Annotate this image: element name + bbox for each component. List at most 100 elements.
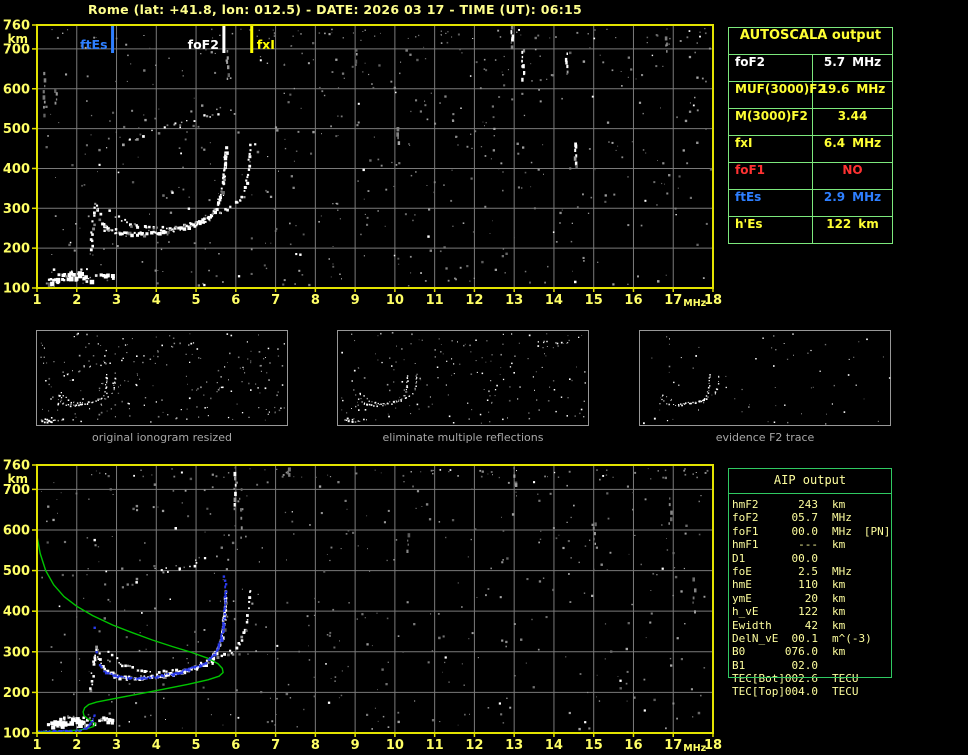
thumbnail-1-canvas bbox=[36, 330, 288, 426]
autoscala-output-panel: AUTOSCALA output foF2 5.7 MHz MUF(3000)F2 19… bbox=[728, 27, 893, 244]
x-axis-tick-label: 3 bbox=[112, 738, 121, 753]
x-axis-tick-label: 1 bbox=[32, 738, 41, 753]
x-axis-tick-label: 9 bbox=[351, 738, 360, 753]
x-axis-tick-label: 5 bbox=[192, 738, 201, 753]
parameter-value: 3.44 bbox=[837, 109, 868, 123]
aip-row-delnve: DelN_vE 00.1 m^(-3) bbox=[732, 631, 872, 645]
x-axis-tick-label: 16 bbox=[624, 293, 642, 308]
y-axis-tick-label: 500 bbox=[3, 122, 30, 137]
x-axis-tick-label: 12 bbox=[465, 293, 483, 308]
y-axis-tick-label: 400 bbox=[3, 605, 30, 620]
aip-row-b1: B1 02.0 bbox=[732, 658, 818, 672]
y-axis-tick-label: 300 bbox=[3, 645, 30, 660]
x-axis-tick-label: 8 bbox=[311, 738, 320, 753]
parameter-label: ftEs bbox=[729, 190, 813, 216]
x-axis-tick-label: 14 bbox=[545, 738, 563, 753]
aip-row-tectop: TEC[Top] 004.0 TECU bbox=[732, 685, 859, 699]
x-axis-tick-label: 15 bbox=[585, 738, 603, 753]
x-axis-tick-label: 18 bbox=[704, 738, 722, 753]
x-axis-tick-label: 10 bbox=[386, 738, 404, 753]
autoscala-row-fof1: foF1 NO bbox=[729, 163, 892, 190]
marker-fxi-label: fxI bbox=[257, 37, 275, 52]
x-axis-tick-label: 18 bbox=[704, 293, 722, 308]
thumbnail-caption-1: original ionogram resized bbox=[92, 431, 232, 444]
x-axis-tick-label: 2 bbox=[72, 738, 81, 753]
aip-output-panel: AIP output hmF2 243 km foF2 05.7 MHz foF1 00.0 M… bbox=[728, 468, 892, 699]
x-axis-tick-label: 11 bbox=[426, 738, 444, 753]
x-axis-tick-label: 2 bbox=[72, 293, 81, 308]
x-axis-tick-label: 1 bbox=[32, 293, 41, 308]
aip-row-tecbot: TEC[Bot] 002.6 TECU bbox=[732, 672, 859, 686]
parameter-value: 122 km bbox=[826, 217, 879, 231]
x-axis-tick-label: 8 bbox=[311, 293, 320, 308]
thumbnail-3-canvas bbox=[639, 330, 891, 426]
x-axis-tick-label: 6 bbox=[231, 738, 240, 753]
marker-fof2-line bbox=[222, 26, 226, 53]
parameter-label: foF2 bbox=[729, 55, 813, 81]
x-axis-tick-label: 5 bbox=[192, 293, 201, 308]
aip-row-hve: h_vE 122 km bbox=[732, 605, 846, 619]
y-axis-tick-label: 200 bbox=[3, 242, 30, 257]
y-axis-tick-label: 100 bbox=[3, 727, 30, 742]
thumbnail-caption-3: evidence F2 trace bbox=[715, 431, 815, 444]
x-axis-tick-label: 15 bbox=[585, 293, 603, 308]
autoscala-window: 760 700 600 500 400 300 200 100 km 1 2 3 4 5 6 7 8 9 10 11 1… bbox=[0, 0, 968, 755]
marker-ftes-label: ftEs bbox=[80, 37, 107, 52]
y-axis-tick-label: 600 bbox=[3, 82, 30, 97]
x-axis-unit-label: MHz bbox=[683, 298, 706, 309]
aip-row-foe: foE 2.5 MHz bbox=[732, 564, 852, 578]
bottom-ionogram-plot: 760700600500400300200100km1 2 3 4 5 6 7 8 9 10 11 1… bbox=[3, 459, 722, 755]
x-axis-tick-label: 6 bbox=[231, 293, 240, 308]
aip-row-ewidth: Ewidth 42 km bbox=[732, 618, 846, 632]
parameter-value: 6.4 MHz bbox=[823, 136, 882, 150]
x-axis-tick-label: 16 bbox=[624, 738, 642, 753]
aip-row-b0: B0 076.0 km bbox=[732, 645, 846, 659]
x-axis-tick-label: 13 bbox=[505, 293, 523, 308]
parameter-label: h'Es bbox=[729, 217, 813, 243]
top-ionogram-plot: 760700600500400300200100km1 2 3 4 5 6 7 8 9 10 11 1… bbox=[3, 19, 722, 310]
parameter-value: 19.6 MHz bbox=[819, 82, 886, 96]
y-axis-tick-label: 300 bbox=[3, 202, 30, 217]
thumbnail-caption-2: eliminate multiple reflections bbox=[382, 431, 544, 444]
autoscala-row-muf3000f2: MUF(3000)F2 19.6 MHz bbox=[729, 82, 892, 109]
aip-row-hmf2: hmF2 243 km bbox=[732, 498, 846, 511]
autoscala-row-ftes: ftEs 2.9 MHz bbox=[729, 190, 892, 217]
y-axis-tick-label: 600 bbox=[3, 523, 30, 538]
x-axis-tick-label: 4 bbox=[152, 293, 161, 308]
autoscala-panel-header: AUTOSCALA output bbox=[729, 28, 892, 55]
x-axis-tick-label: 3 bbox=[112, 293, 121, 308]
y-axis-tick-label: 400 bbox=[3, 162, 30, 177]
aip-row-hme: hmE 110 km bbox=[732, 578, 846, 592]
parameter-value: 2.9 MHz bbox=[823, 190, 882, 204]
parameter-label: MUF(3000)F2 bbox=[729, 82, 826, 108]
x-axis-tick-label: 17 bbox=[664, 738, 682, 753]
autoscala-row-fxi: fxI 6.4 MHz bbox=[729, 136, 892, 163]
aip-row-yme: ymE 20 km bbox=[732, 591, 846, 605]
aip-row-fof2: foF2 05.7 MHz bbox=[732, 511, 852, 525]
x-axis-tick-label: 4 bbox=[152, 738, 161, 753]
x-axis-tick-label: 11 bbox=[426, 293, 444, 308]
y-axis-unit-label: km bbox=[8, 32, 28, 46]
autoscala-row-m3000f2: M(3000)F2 3.44 bbox=[729, 109, 892, 136]
x-axis-tick-label: 9 bbox=[351, 293, 360, 308]
x-axis-tick-label: 10 bbox=[386, 293, 404, 308]
parameter-label: M(3000)F2 bbox=[729, 109, 813, 135]
page-title: Rome (lat: +41.8, lon: 012.5) - DATE: 20… bbox=[88, 2, 583, 17]
y-axis-tick-label: 200 bbox=[3, 686, 30, 701]
parameter-value: NO bbox=[842, 163, 863, 177]
thumbnail-2-canvas bbox=[337, 330, 589, 426]
x-axis-tick-label: 14 bbox=[545, 293, 563, 308]
aip-row-hmf1: hmF1 --- km bbox=[732, 538, 846, 552]
autoscala-row-hes: h'Es 122 km bbox=[729, 217, 892, 243]
x-axis-tick-label: 7 bbox=[271, 293, 280, 308]
aip-row-fof1: foF1 00.0 MHz [PN] bbox=[732, 524, 891, 538]
aip-panel-header: AIP output bbox=[728, 468, 892, 494]
y-axis-tick-label: 100 bbox=[3, 282, 30, 297]
marker-fxi-line bbox=[250, 26, 254, 53]
y-axis-unit-label: km bbox=[8, 472, 28, 486]
x-axis-tick-label: 17 bbox=[664, 293, 682, 308]
parameter-label: fxI bbox=[729, 136, 813, 162]
parameter-label: foF1 bbox=[729, 163, 813, 189]
x-axis-tick-label: 12 bbox=[465, 738, 483, 753]
y-axis-tick-label: 500 bbox=[3, 564, 30, 579]
